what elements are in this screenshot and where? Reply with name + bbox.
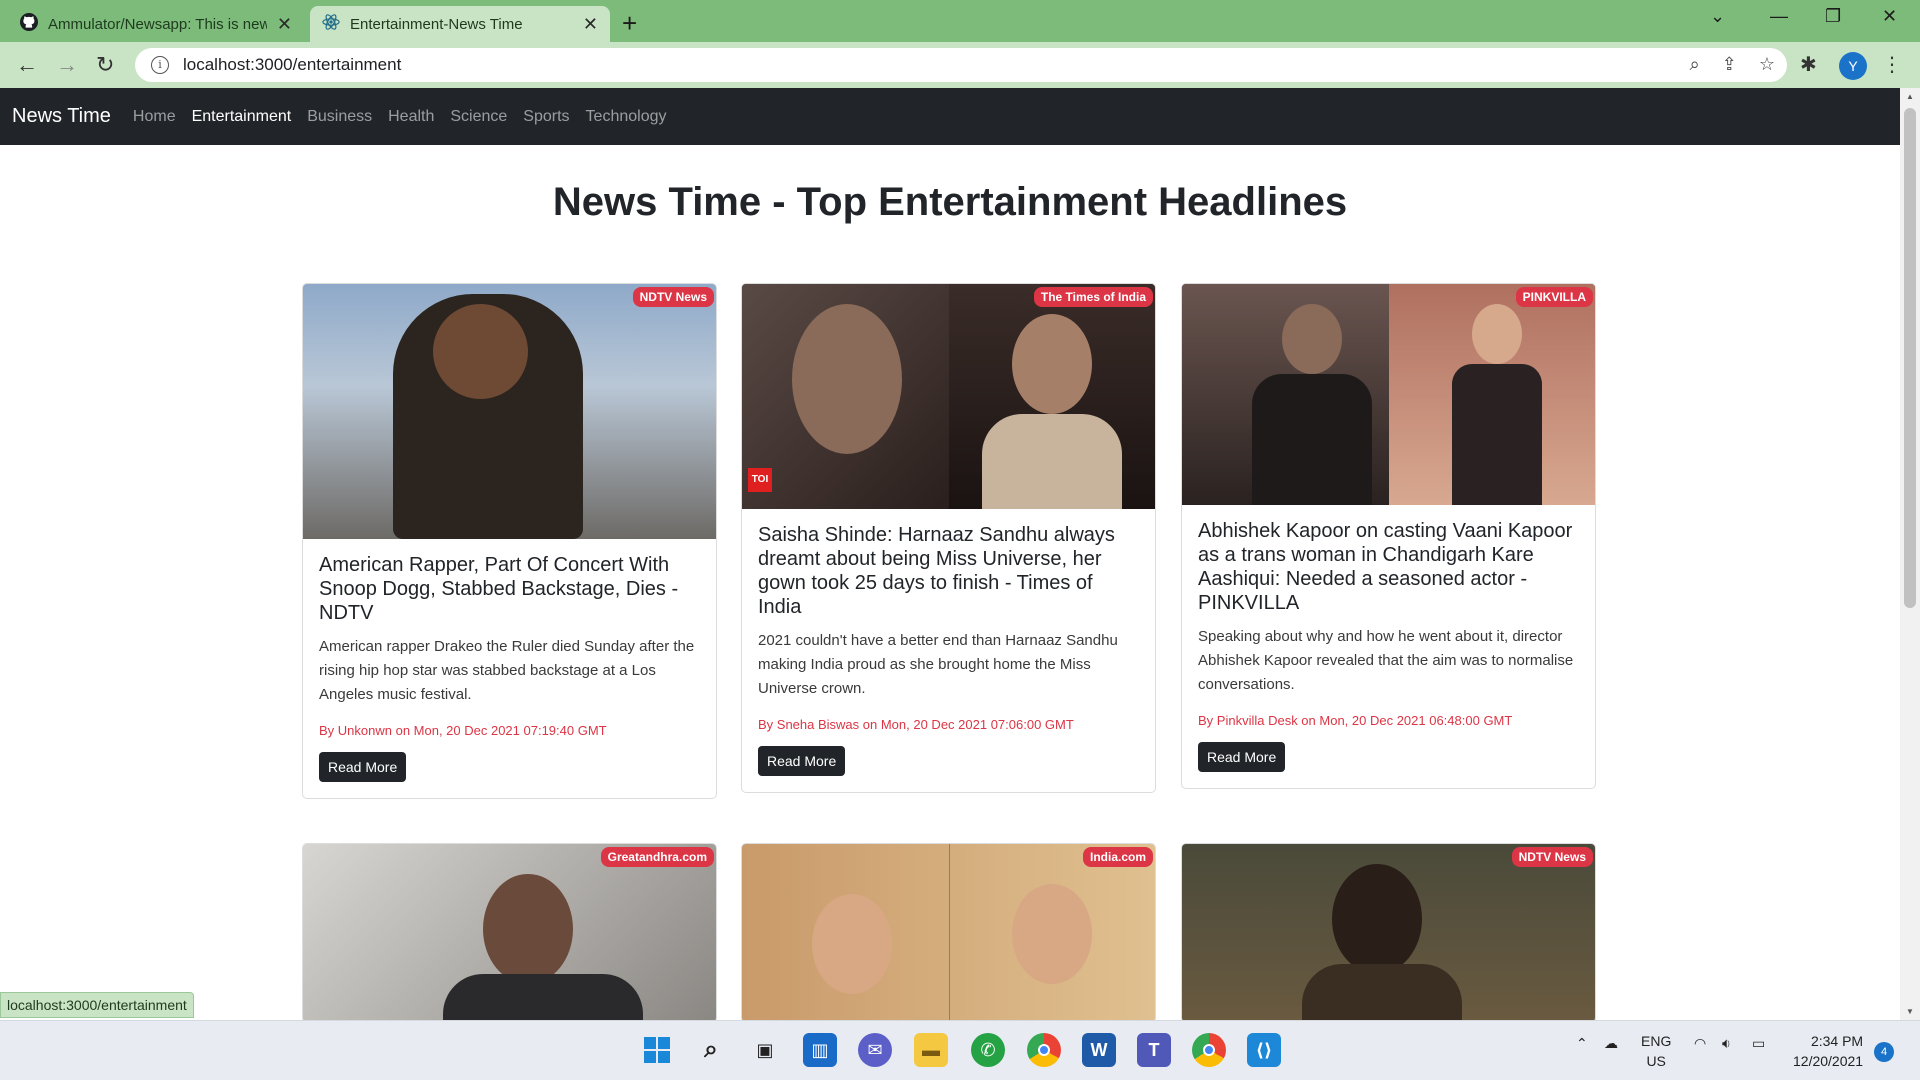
- chrome-icon[interactable]: [1027, 1033, 1061, 1067]
- site-info-icon[interactable]: i: [151, 56, 169, 74]
- source-badge: India.com: [1082, 847, 1153, 867]
- close-window-icon[interactable]: ✕: [1882, 6, 1897, 27]
- github-icon: [20, 13, 38, 35]
- word-icon[interactable]: W: [1082, 1033, 1116, 1067]
- widgets-icon[interactable]: ▥: [803, 1033, 837, 1067]
- tab-title: Ammulator/Newsapp: This is new: [48, 15, 267, 33]
- source-badge: NDTV News: [632, 287, 714, 307]
- extensions-icon[interactable]: ✱: [1800, 52, 1817, 77]
- wifi-icon[interactable]: ◠: [1694, 1035, 1706, 1052]
- forward-icon[interactable]: →: [56, 52, 78, 78]
- nav-link-business[interactable]: Business: [307, 108, 372, 126]
- nav-link-science[interactable]: Science: [450, 108, 507, 126]
- news-card: NDTV News American Rapper, Part Of Conce…: [302, 283, 717, 799]
- browser-tabstrip: Ammulator/Newsapp: This is new ✕ Enterta…: [0, 0, 1920, 42]
- news-title: Saisha Shinde: Harnaaz Sandhu always dre…: [758, 524, 1115, 618]
- news-meta: By Pinkvilla Desk on Mon, 20 Dec 2021 06…: [1198, 713, 1513, 728]
- volume-icon[interactable]: 🔉︎: [1722, 1035, 1731, 1052]
- news-title: American Rapper, Part Of Concert With Sn…: [319, 554, 679, 624]
- tab-entertainment[interactable]: Entertainment-News Time ✕: [310, 6, 610, 42]
- clock-date: 12/20/2021: [1793, 1053, 1864, 1069]
- chrome-profile-icon[interactable]: [1192, 1033, 1226, 1067]
- status-url: localhost:3000/entertainment: [0, 992, 194, 1018]
- news-image: India.com: [742, 844, 1155, 1022]
- news-card: India.com: [741, 843, 1156, 1023]
- nav-link-health[interactable]: Health: [388, 108, 434, 126]
- tab-title: Entertainment-News Time: [350, 15, 523, 33]
- onedrive-icon[interactable]: ☁: [1604, 1035, 1618, 1052]
- minimize-icon[interactable]: —: [1770, 6, 1788, 27]
- close-tab-icon[interactable]: ✕: [277, 14, 292, 35]
- reload-icon[interactable]: ↻: [96, 52, 114, 78]
- source-badge: PINKVILLA: [1515, 287, 1593, 307]
- address-bar[interactable]: i localhost:3000/entertainment ⌕ ⇪ ☆: [135, 48, 1787, 82]
- news-description: 2021 couldn't have a better end than Har…: [758, 632, 1118, 697]
- system-clock[interactable]: 2:34 PM 12/20/2021: [1793, 1031, 1863, 1071]
- chat-icon[interactable]: ✉: [858, 1033, 892, 1067]
- clock-time: 2:34 PM: [1810, 1033, 1864, 1049]
- maximize-icon[interactable]: ❐: [1825, 6, 1841, 27]
- nav-link-home[interactable]: Home: [133, 108, 176, 126]
- news-image: NDTV News: [1182, 844, 1595, 1022]
- news-card: PINKVILLA Abhishek Kapoor on casting Vaa…: [1181, 283, 1596, 789]
- navbar-brand[interactable]: News Time: [12, 105, 111, 128]
- nav-link-entertainment[interactable]: Entertainment: [192, 108, 292, 126]
- react-icon: [322, 13, 340, 35]
- scrollbar-thumb[interactable]: [1904, 108, 1916, 608]
- tab-search-icon[interactable]: ⌄: [1710, 6, 1725, 27]
- profile-avatar[interactable]: Y: [1839, 52, 1867, 80]
- news-description: Speaking about why and how he went about…: [1198, 628, 1574, 693]
- scroll-up-icon[interactable]: ▲: [1906, 92, 1914, 101]
- close-tab-icon[interactable]: ✕: [583, 14, 598, 35]
- new-tab-icon[interactable]: +: [622, 8, 637, 39]
- page-scrollbar[interactable]: ▲ ▼: [1900, 88, 1920, 1020]
- bookmark-star-icon[interactable]: ☆: [1759, 54, 1775, 75]
- news-meta: By Sneha Biswas on Mon, 20 Dec 2021 07:0…: [758, 717, 1074, 732]
- news-meta: By Unkonwn on Mon, 20 Dec 2021 07:19:40 …: [319, 723, 607, 738]
- whatsapp-icon[interactable]: ✆: [971, 1033, 1005, 1067]
- show-hidden-icons[interactable]: ⌃: [1576, 1035, 1588, 1052]
- lang-line2: US: [1646, 1053, 1666, 1069]
- toi-logo: TOI: [748, 468, 772, 492]
- back-icon[interactable]: ←: [16, 52, 38, 78]
- scroll-down-icon[interactable]: ▼: [1906, 1007, 1914, 1016]
- lang-line1: ENG: [1641, 1033, 1672, 1049]
- nav-link-sports[interactable]: Sports: [523, 108, 569, 126]
- share-icon[interactable]: ⇪: [1722, 54, 1737, 75]
- task-view-icon[interactable]: ▣: [748, 1033, 782, 1067]
- vscode-icon[interactable]: ⟨⟩: [1247, 1033, 1281, 1067]
- tab-github[interactable]: Ammulator/Newsapp: This is new ✕: [8, 6, 304, 42]
- news-image: NDTV News: [303, 284, 716, 539]
- file-explorer-icon[interactable]: ▬: [914, 1033, 948, 1067]
- page-title: News Time - Top Entertainment Headlines: [552, 180, 1348, 224]
- news-image: PINKVILLA: [1182, 284, 1595, 505]
- search-icon[interactable]: ⌕: [694, 1033, 728, 1067]
- source-badge: Greatandhra.com: [600, 847, 714, 867]
- read-more-button[interactable]: Read More: [1198, 742, 1286, 772]
- source-badge: The Times of India: [1033, 287, 1153, 307]
- read-more-button[interactable]: Read More: [758, 746, 846, 776]
- battery-icon[interactable]: ▭: [1752, 1035, 1765, 1052]
- news-description: American rapper Drakeo the Ruler died Su…: [319, 638, 695, 703]
- app-navbar: News Time Home Entertainment Business He…: [0, 88, 1900, 145]
- windows-taskbar: ⌕ ▣ ▥ ✉ ▬ ✆ W T ⟨⟩ ⌃ ☁ ENG US ◠ 🔉︎ ▭ 2:3…: [0, 1020, 1920, 1080]
- menu-icon[interactable]: ⋮: [1882, 52, 1902, 77]
- source-badge: NDTV News: [1511, 847, 1593, 867]
- language-indicator[interactable]: ENG US: [1641, 1031, 1671, 1071]
- browser-toolbar: ← → ↻ i localhost:3000/entertainment ⌕ ⇪…: [0, 42, 1920, 88]
- news-card: Greatandhra.com: [302, 843, 717, 1023]
- nav-link-technology[interactable]: Technology: [586, 108, 667, 126]
- read-more-button[interactable]: Read More: [319, 752, 407, 782]
- news-title: Abhishek Kapoor on casting Vaani Kapoor …: [1198, 520, 1573, 614]
- zoom-icon[interactable]: ⌕: [1690, 54, 1700, 75]
- news-card: NDTV News: [1181, 843, 1596, 1023]
- notification-badge[interactable]: 4: [1874, 1042, 1894, 1062]
- windows-start-icon[interactable]: [640, 1033, 674, 1067]
- url-text: localhost:3000/entertainment: [183, 55, 402, 74]
- teams-icon[interactable]: T: [1137, 1033, 1171, 1067]
- news-card: The Times of India TOI Saisha Shinde: Ha…: [741, 283, 1156, 793]
- news-image: The Times of India TOI: [742, 284, 1155, 509]
- news-image: Greatandhra.com: [303, 844, 716, 1022]
